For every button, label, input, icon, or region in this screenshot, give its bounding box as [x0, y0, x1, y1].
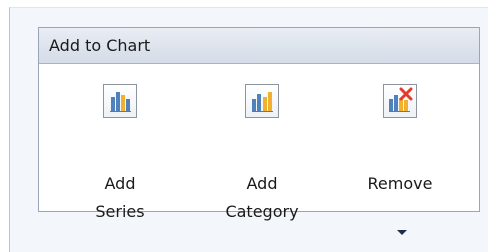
dropdown-arrow-icon — [397, 230, 407, 235]
task-pane: Add to Chart Add Series Add Category Rem… — [9, 7, 488, 252]
remove-label: Remove — [367, 174, 433, 193]
add-series-label-line2: Series — [95, 202, 145, 221]
remove-dropdown-button[interactable]: Remove — [352, 84, 448, 235]
add-category-button[interactable]: Add Category — [214, 84, 310, 221]
add-category-chart-icon — [245, 84, 279, 118]
group-header: Add to Chart — [39, 28, 479, 64]
add-series-chart-icon — [103, 84, 137, 118]
remove-chart-icon — [383, 84, 417, 118]
add-category-label-line2: Category — [225, 202, 299, 221]
add-series-button[interactable]: Add Series — [72, 84, 168, 221]
add-category-label-line1: Add — [246, 174, 278, 193]
add-series-label-line1: Add — [104, 174, 136, 193]
add-to-chart-group: Add to Chart Add Series Add Category Rem… — [38, 27, 480, 235]
group-title: Add to Chart — [49, 36, 151, 55]
